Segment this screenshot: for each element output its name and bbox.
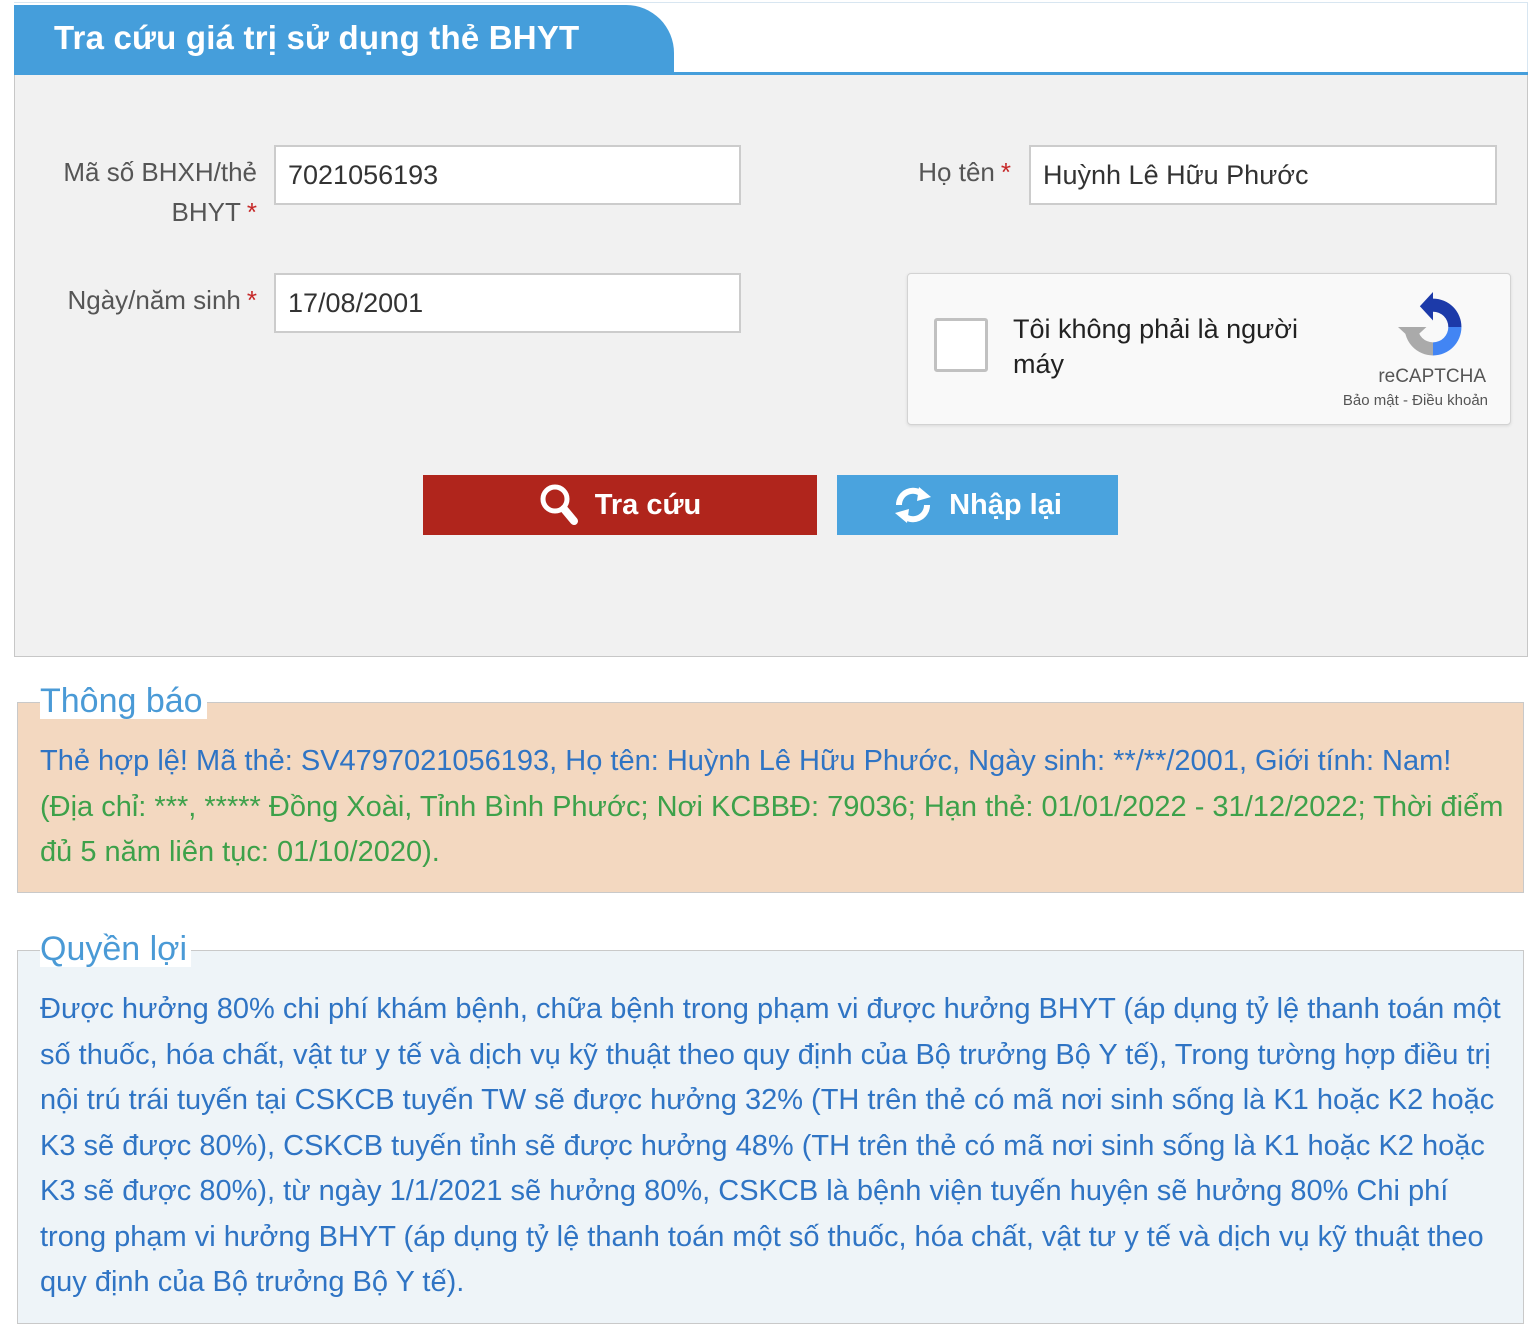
- name-label: Họ tên: [918, 157, 995, 187]
- reset-button[interactable]: Nhập lại: [837, 475, 1118, 535]
- recaptcha-brand: reCAPTCHA: [1378, 366, 1486, 387]
- recaptcha-logo-icon: [1398, 292, 1462, 356]
- card-number-label: Mã số BHXH/thẻ BHYT *: [35, 152, 257, 232]
- required-mark: *: [1000, 157, 1011, 187]
- notice-secondary-text: (Địa chỉ: ***, ***** Đồng Xoài, Tỉnh Bìn…: [40, 790, 1504, 869]
- recaptcha-label: Tôi không phải là người máy: [1013, 314, 1298, 379]
- card-number-label-line1: Mã số BHXH/thẻ: [63, 157, 257, 187]
- search-button[interactable]: Tra cứu: [423, 475, 817, 535]
- dob-input[interactable]: 17/08/2001: [274, 273, 741, 333]
- benefit-legend: Quyền lợi: [40, 931, 192, 967]
- name-label-wrap: Họ tên *: [865, 152, 1011, 192]
- required-mark: *: [246, 197, 257, 227]
- full-name-input[interactable]: Huỳnh Lê Hữu Phước: [1029, 145, 1497, 205]
- notice-primary-text: Thẻ hợp lệ! Mã thẻ: SV4797021056193, Họ …: [40, 745, 1452, 777]
- required-mark: *: [246, 285, 257, 315]
- benefit-section: Quyền lợi Được hưởng 80% chi phí khám bệ…: [17, 931, 1524, 1324]
- dob-label: Ngày/năm sinh: [67, 285, 241, 315]
- recaptcha-terms-links[interactable]: Bảo mật - Điều khoản: [1343, 392, 1488, 409]
- search-icon: [540, 484, 578, 525]
- card-number-input[interactable]: 7021056193: [274, 145, 741, 205]
- search-button-label: Tra cứu: [594, 488, 702, 521]
- notice-section: Thông báo Thẻ hợp lệ! Mã thẻ: SV47970210…: [17, 683, 1524, 893]
- dob-label-wrap: Ngày/năm sinh *: [25, 280, 257, 320]
- refresh-icon: [895, 487, 932, 523]
- notice-legend: Thông báo: [40, 683, 207, 719]
- notice-text: Thẻ hợp lệ! Mã thẻ: SV4797021056193, Họ …: [40, 739, 1510, 876]
- reset-button-label: Nhập lại: [949, 488, 1062, 521]
- recaptcha-widget: Tôi không phải là người máy reCAPTCHA Bả…: [907, 273, 1511, 425]
- card-number-label-line2: BHYT: [171, 197, 241, 227]
- page-title: Tra cứu giá trị sử dụng thẻ BHYT: [14, 5, 674, 75]
- benefit-text: Được hưởng 80% chi phí khám bệnh, chữa b…: [40, 993, 1501, 1298]
- recaptcha-checkbox[interactable]: [934, 318, 988, 372]
